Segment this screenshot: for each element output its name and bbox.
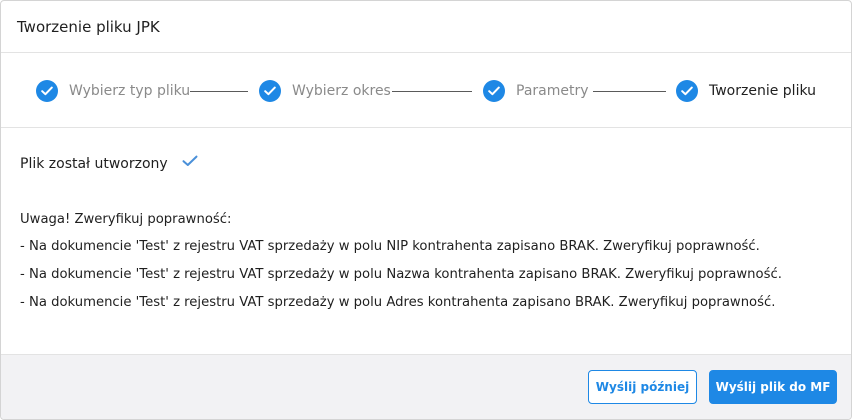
status-text: Plik został utworzony	[20, 156, 168, 172]
step-select-period[interactable]: Wybierz okres	[259, 79, 391, 103]
dialog-header: Tworzenie pliku JPK	[1, 1, 851, 53]
check-circle-icon	[259, 80, 281, 102]
step-parameters[interactable]: Parametry	[483, 79, 589, 103]
step-label: Wybierz typ pliku	[69, 83, 191, 99]
step-label: Tworzenie pliku	[709, 83, 817, 99]
warning-item: - Na dokumencie 'Test' z rejestru VAT sp…	[20, 239, 760, 254]
step-label: Parametry	[516, 83, 589, 99]
send-later-button[interactable]: Wyślij później	[588, 370, 697, 404]
step-create-file[interactable]: Tworzenie pliku	[676, 79, 816, 103]
warning-heading: Uwaga! Zweryfikuj poprawność:	[20, 212, 232, 227]
check-circle-icon	[676, 80, 698, 102]
warning-item: - Na dokumencie 'Test' z rejestru VAT sp…	[20, 267, 782, 282]
warning-item: - Na dokumencie 'Test' z rejestru VAT sp…	[20, 295, 776, 310]
check-circle-icon	[36, 80, 58, 102]
check-circle-icon	[483, 80, 505, 102]
step-connector	[593, 91, 666, 92]
wizard-stepper: Wybierz typ pliku Wybierz okres Parametr…	[1, 54, 851, 128]
step-connector	[190, 91, 248, 92]
send-to-mf-button[interactable]: Wyślij plik do MF	[709, 370, 837, 404]
dialog-title: Tworzenie pliku JPK	[17, 18, 160, 36]
dialog-footer: Wyślij później Wyślij plik do MF	[1, 354, 851, 419]
file-created-status: Plik został utworzony	[20, 155, 198, 172]
step-label: Wybierz okres	[292, 83, 391, 99]
step-connector	[392, 91, 472, 92]
jpk-dialog: Tworzenie pliku JPK Wybierz typ pliku Wy…	[0, 0, 852, 420]
step-select-file-type[interactable]: Wybierz typ pliku	[36, 79, 190, 103]
check-icon	[182, 152, 198, 171]
dialog-content: Plik został utworzony Uwaga! Zweryfikuj …	[1, 128, 851, 354]
